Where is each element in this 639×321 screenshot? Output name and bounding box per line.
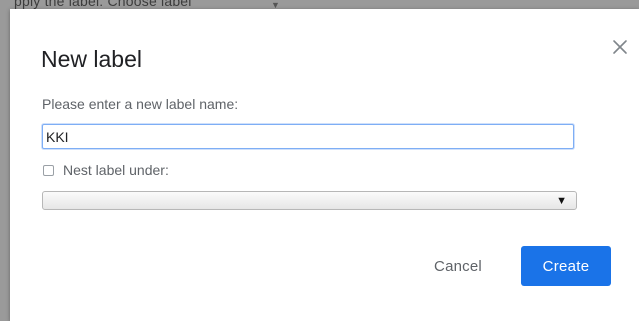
background-apply-label-text: pply the label: Choose label	[14, 0, 192, 9]
close-icon-svg	[613, 40, 627, 54]
cancel-button[interactable]: Cancel	[420, 246, 496, 286]
nest-label-checkbox[interactable]	[43, 165, 54, 176]
label-name-input[interactable]	[42, 124, 574, 149]
nest-label-text: Nest label under:	[63, 162, 169, 178]
dialog-title: New label	[41, 46, 142, 72]
dropdown-arrow-icon: ▼	[556, 195, 567, 207]
nest-parent-select[interactable]: ▼	[42, 191, 577, 210]
create-button[interactable]: Create	[521, 246, 611, 286]
new-label-dialog: New label Please enter a new label name:…	[10, 9, 639, 321]
close-icon[interactable]	[610, 37, 630, 57]
label-name-prompt: Please enter a new label name:	[42, 96, 239, 112]
